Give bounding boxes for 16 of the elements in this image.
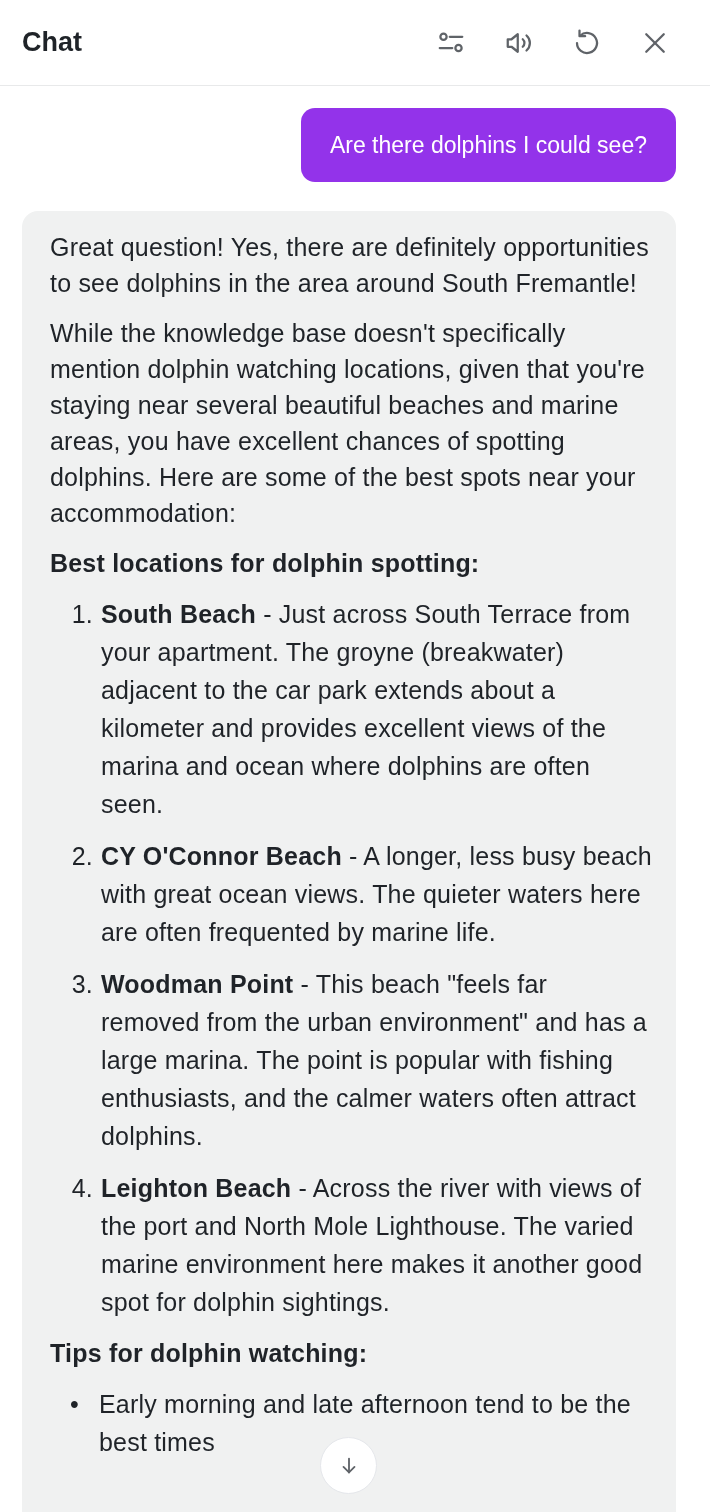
message-paragraph: While the knowledge base doesn't specifically mention dolphin watching locations, given that you're staying near several beautiful beaches and marine areas, you have excellent chances of spotting dolphins. Here are some of the best spots near your accommodation: [50, 318, 646, 529]
section-heading: Best locations for dolphin spotting: [50, 548, 481, 579]
section-heading: Tips for dolphin watching: [50, 1338, 369, 1369]
list-number: 4. [70, 1173, 94, 1204]
list-item-text: CY O'Connor Beach - A longer, less busy beach with great ocean views. The quieter waters here are often frequented by marine life. [101, 841, 652, 948]
list-item-text: Woodman Point - This beach "feels far removed from the urban environment" and has a large marina. The point is popular with fishing enthusiasts, and the calmer waters often attract dolphins. [101, 969, 648, 1152]
user-message: Are there dolphins I could see? [300, 108, 676, 182]
list-item-text: South Beach - Just across South Terrace from your apartment. The groyne (breakwater) adjacent to the car park extends about a kilometer and provides excellent views of the marina and ocean where dolphins are often seen. [101, 599, 632, 820]
list-item-text: Early morning and late afternoon tend to be the best times [99, 1389, 632, 1458]
list-bullet: • [69, 1389, 80, 1420]
list-number: 1. [70, 599, 94, 630]
message-paragraph: Great question! Yes, there are definitely opportunities to see dolphins in the area around South Fremantle! [50, 232, 650, 299]
list-number: 2. [70, 841, 94, 872]
list-item-text: Leighton Beach - Across the river with views of the port and North Mole Lighthouse. The varied marine environment here makes it another good spot for dolphin sightings. [101, 1173, 644, 1318]
list-number: 3. [70, 969, 94, 1000]
header-title: Chat [22, 26, 82, 60]
